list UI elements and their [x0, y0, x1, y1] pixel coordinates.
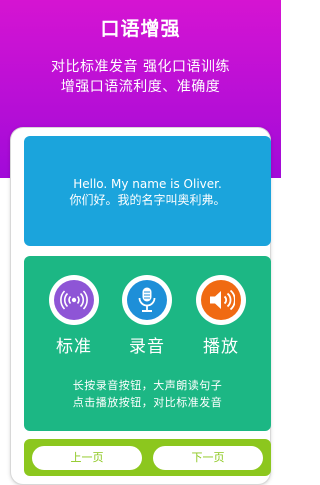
sentence-box: Hello. My name is Oliver. 你们好。我的名字叫奥利弗。	[24, 136, 271, 246]
record-label: 录音	[129, 337, 165, 357]
previous-page-button[interactable]: 上一页	[32, 446, 142, 470]
record-button[interactable]: 录音	[115, 275, 179, 357]
sentence-chinese: 你们好。我的名字叫奥利弗。	[69, 193, 226, 207]
standard-button[interactable]: 标准	[42, 275, 106, 357]
next-page-button[interactable]: 下一页	[153, 446, 263, 470]
standard-label: 标准	[56, 337, 92, 357]
page-navigation: 上一页 下一页	[24, 439, 271, 476]
sound-wave-icon	[54, 280, 94, 320]
record-button-ring	[122, 275, 172, 325]
play-button[interactable]: 播放	[189, 275, 253, 357]
play-label: 播放	[203, 337, 239, 357]
page-subtitle-line1: 对比标准发音 强化口语训练	[51, 59, 230, 75]
page-subtitle-line2: 增强口语流利度、准确度	[60, 79, 221, 95]
standard-button-ring	[49, 275, 99, 325]
sentence-english: Hello. My name is Oliver.	[73, 177, 222, 191]
microphone-icon	[127, 280, 167, 320]
speaker-icon	[201, 280, 241, 320]
controls-panel: 标准 录音 播放 长按录音按钮，大声朗读句子 点击播放按钮，对比标准发音	[24, 256, 271, 431]
hint-line2: 点击播放按钮，对比标准发音	[72, 396, 223, 409]
page-title: 口语增强	[100, 18, 181, 40]
play-button-ring	[196, 275, 246, 325]
hint-line1: 长按录音按钮，大声朗读句子	[72, 379, 223, 392]
